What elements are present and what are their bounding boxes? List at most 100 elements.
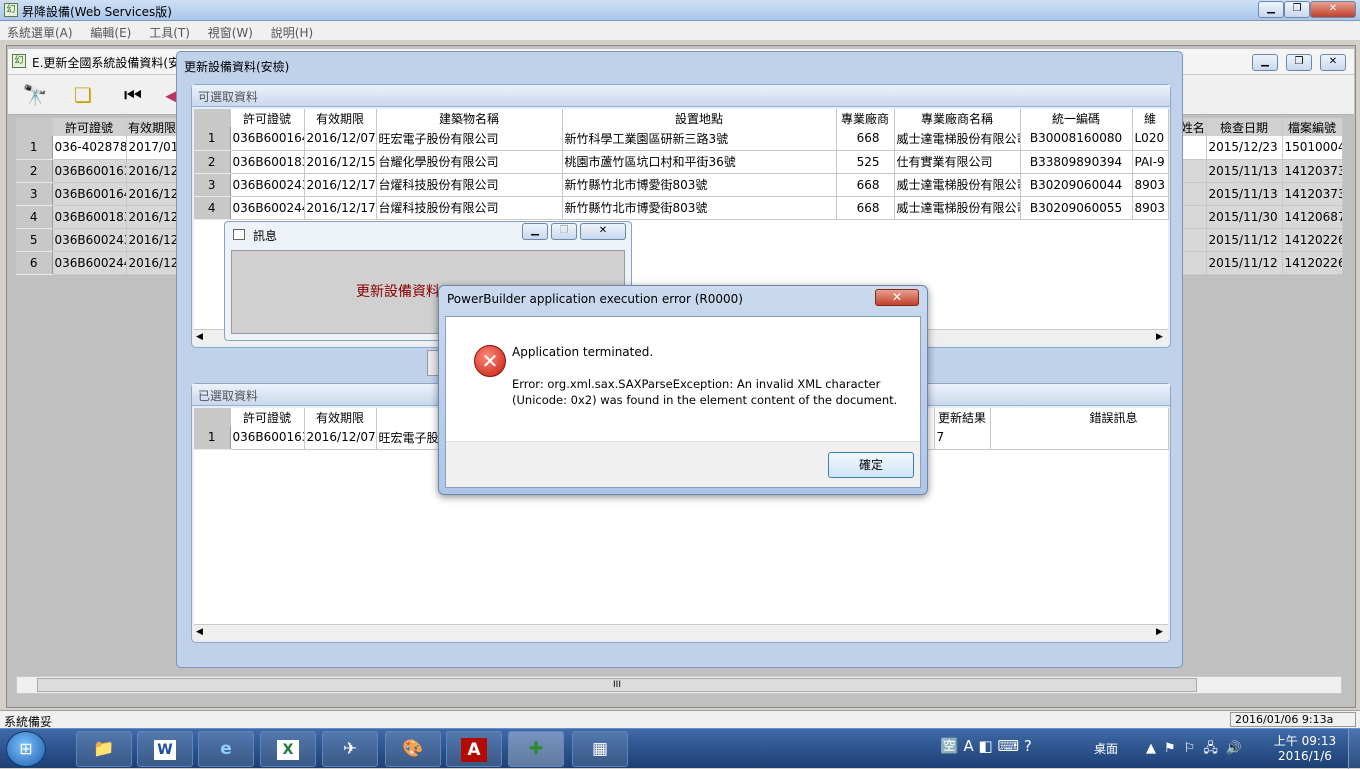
start-button[interactable]: ⊞ — [6, 731, 46, 767]
column-header: 設置地點 — [562, 109, 837, 127]
flag-icon[interactable]: ⚐ — [1184, 741, 1204, 756]
menu-help[interactable]: 說明(H) — [264, 21, 320, 41]
column-header: 統一編碼 — [1020, 109, 1133, 127]
menu-edit[interactable]: 編輯(E) — [83, 21, 138, 41]
update-window-title: 更新設備資料(安檢) — [184, 60, 290, 74]
error-heading: Application terminated. — [512, 345, 654, 359]
taskbar-ie[interactable]: e — [198, 731, 254, 767]
clock-date[interactable]: 2016/1/6 — [1270, 749, 1340, 763]
network-status-icon[interactable]: 🖧 — [1203, 741, 1226, 756]
table-row[interactable]: 3 036B600243 2016/12/17 台燿科技股份有限公司 新竹縣竹北市博愛街… — [194, 173, 1169, 197]
table-row[interactable]: 5 036B600243 2016/12/ — [16, 228, 179, 252]
selectable-group-label: 可選取資料 — [192, 85, 1170, 107]
tray-icons: ▲⚑⚐🖧🔊 — [1146, 739, 1250, 761]
volume-icon[interactable]: 🔊 — [1226, 741, 1250, 756]
half-full-icon[interactable]: ◧ — [979, 737, 993, 755]
desktop-toolbar-label[interactable]: 桌面 — [1094, 740, 1118, 757]
minimize-icon[interactable]: ▁ — [1258, 1, 1284, 18]
column-header: 檢查日期 — [1206, 118, 1283, 136]
taskbar-app-9[interactable]: ▦ — [572, 731, 628, 767]
column-header: 維 — [1132, 109, 1169, 127]
taskbar: ⊞ 📁 W e X ✈ 🎨 A ✚ ▦ 🈳 A ◧ ⌨ ? 桌面 ▲⚑⚐🖧🔊 上… — [0, 728, 1360, 769]
table-row[interactable]: 2015/12/23 15010004 — [1180, 136, 1343, 160]
scroll-right-icon[interactable]: ▶ — [1156, 627, 1163, 637]
message-window-title: 訊息 — [253, 229, 278, 243]
menu-window[interactable]: 視窗(W) — [201, 21, 260, 41]
column-header: 有效期限 — [304, 408, 377, 426]
network-icon: ✈ — [342, 739, 358, 759]
column-header: 許可證號 — [230, 109, 305, 127]
column-header: 有效期限 — [304, 109, 377, 127]
calculator-icon: ▦ — [591, 739, 609, 759]
font-icon[interactable]: A — [963, 737, 973, 755]
taskbar-app-5[interactable]: ✈ — [322, 731, 378, 767]
table-row[interactable]: 2015/11/12 14120226 — [1180, 228, 1343, 252]
ime-icon[interactable]: 🈳 — [940, 737, 959, 755]
menu-tools[interactable]: 工具(T) — [142, 21, 197, 41]
error-line-1: Error: org.xml.sax.SAXParseException: An… — [512, 377, 881, 391]
windows-logo-icon: ⊞ — [19, 739, 33, 758]
table-row[interactable]: 2 036B600183 2016/12/15 台耀化學股份有限公司 桃園市蘆竹區坑口村… — [194, 150, 1169, 174]
column-header: 更新結果 — [934, 408, 991, 426]
back-grid-right: 姓名 檢查日期 檔案編號 2015/12/23 15010004 2015/11/… — [1180, 118, 1343, 278]
taskbar-lift-app[interactable]: ✚ — [508, 731, 564, 767]
table-row[interactable]: 2 036B600163 2016/12/ — [16, 159, 179, 183]
status-datetime: 2016/01/06 9:13a — [1230, 712, 1356, 727]
table-row[interactable]: 6 036B600244 2016/12/ — [16, 251, 179, 275]
language-bar: 🈳 A ◧ ⌨ ? — [940, 737, 1080, 761]
error-dialog-title: PowerBuilder application execution error… — [447, 292, 743, 306]
table-row[interactable]: 2015/11/30 14120687 — [1180, 205, 1343, 229]
windows-flag-icon[interactable]: ⚑ — [1164, 741, 1184, 756]
close-icon[interactable]: ✕ — [1310, 1, 1356, 18]
restore-icon: ❐ — [551, 223, 577, 240]
tray-expand-icon[interactable]: ▲ — [1146, 741, 1164, 756]
column-header: 許可證號 — [52, 118, 127, 136]
help-icon[interactable]: ? — [1024, 737, 1032, 755]
scroll-right-icon[interactable]: ▶ — [1156, 332, 1163, 342]
taskbar-excel[interactable]: X — [260, 731, 316, 767]
table-row[interactable]: 1 036-402878 2017/01/ — [16, 136, 179, 160]
child-restore-icon[interactable]: ❐ — [1286, 54, 1312, 71]
back-hscrollbar[interactable]: III — [16, 676, 1342, 694]
show-desktop-button[interactable] — [1348, 729, 1360, 769]
close-icon[interactable]: ✕ — [875, 289, 919, 306]
copy-icon[interactable]: ❏ — [68, 81, 98, 109]
child-minimize-icon[interactable]: ▁ — [1252, 54, 1278, 71]
message-window-icon — [233, 229, 245, 240]
scroll-thumb[interactable]: III — [37, 678, 1197, 692]
taskbar-acrobat[interactable]: A — [446, 731, 502, 767]
table-row[interactable]: 1 036B600164 2016/12/07 旺宏電子股份有限公司 新竹科學工業園區研… — [194, 127, 1169, 151]
first-record-icon[interactable]: ⏮ — [118, 81, 148, 109]
table-row[interactable]: 2015/11/13 14120373 — [1180, 159, 1343, 183]
paint-icon: 🎨 — [402, 739, 424, 759]
binoculars-icon[interactable]: 🔭 — [20, 81, 50, 109]
error-dialog-footer: 確定 — [446, 441, 920, 487]
scroll-left-icon[interactable]: ◀ — [196, 332, 203, 342]
column-header: 許可證號 — [230, 408, 305, 426]
child-close-icon[interactable]: ✕ — [1320, 54, 1346, 71]
restore-icon[interactable]: ❐ — [1284, 1, 1310, 18]
message-text: 更新設備資料 — [356, 284, 440, 300]
minimize-icon[interactable]: ▁ — [522, 223, 548, 240]
keyboard-icon[interactable]: ⌨ — [997, 737, 1019, 755]
table-row[interactable]: 4 036B600244 2016/12/17 台燿科技股份有限公司 新竹縣竹北市博愛街… — [194, 196, 1169, 220]
ok-button[interactable]: 確定 — [828, 452, 914, 478]
table-row[interactable]: 2015/11/13 14120373 — [1180, 182, 1343, 206]
table-row[interactable]: 3 036B600164 2016/12/ — [16, 182, 179, 206]
table-row[interactable]: 4 036B600183 2016/12/ — [16, 205, 179, 229]
menu-system[interactable]: 系統選單(A) — [0, 21, 80, 41]
column-header: 錯誤訊息 — [990, 408, 1169, 426]
word-icon: W — [154, 740, 176, 760]
selected-hscrollbar[interactable]: ◀ ▶ — [194, 624, 1168, 640]
back-grid-left: 許可證號 有效期限 1 036-402878 2017/01/ 2 036B60016… — [16, 118, 179, 278]
taskbar-word[interactable]: W — [137, 731, 193, 767]
scroll-left-icon[interactable]: ◀ — [196, 627, 203, 637]
close-icon[interactable]: ✕ — [580, 223, 626, 240]
clock-time[interactable]: 上午 09:13 — [1270, 732, 1340, 749]
taskbar-paint[interactable]: 🎨 — [385, 731, 441, 767]
folder-icon: 📁 — [93, 739, 115, 759]
lift-app-icon: ✚ — [528, 739, 544, 759]
excel-icon: X — [277, 740, 299, 760]
table-row[interactable]: 2015/11/12 14120226 — [1180, 251, 1343, 275]
taskbar-explorer[interactable]: 📁 — [76, 731, 132, 767]
